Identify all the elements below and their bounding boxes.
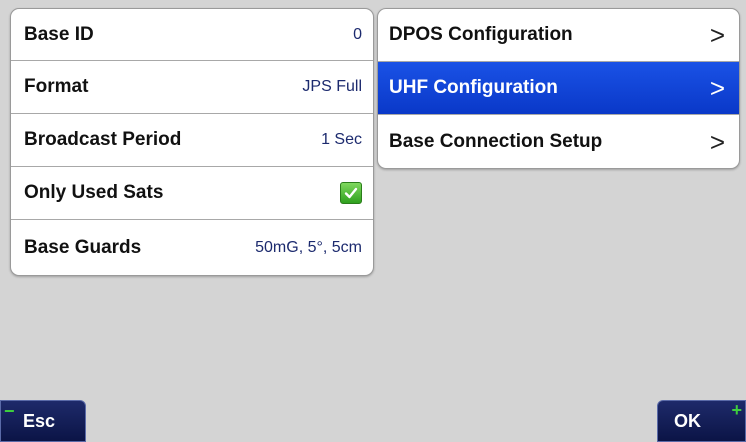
only-used-sats-checkbox[interactable] — [340, 182, 362, 204]
row-base-id[interactable]: Base ID 0 — [11, 9, 373, 61]
ok-button-label: OK — [674, 410, 701, 431]
ok-button[interactable]: OK + — [657, 400, 746, 442]
format-value: JPS Full — [302, 78, 362, 95]
chevron-right-icon: > — [709, 20, 725, 50]
menu-item-label: UHF Configuration — [389, 77, 558, 98]
minus-icon: − — [4, 401, 15, 421]
esc-button[interactable]: − Esc — [0, 400, 86, 442]
base-id-value: 0 — [353, 25, 362, 43]
menu-item-label: DPOS Configuration — [389, 24, 573, 45]
checkmark-icon — [344, 187, 358, 199]
menu-item-label: Base Connection Setup — [389, 130, 603, 152]
plus-icon: + — [731, 400, 742, 420]
settings-list-panel: Base ID 0 Format JPS Full Broadcast Peri… — [10, 8, 374, 276]
chevron-right-icon: > — [709, 73, 725, 103]
menu-item-dpos-configuration[interactable]: DPOS Configuration > — [378, 9, 739, 62]
row-broadcast-period[interactable]: Broadcast Period 1 Sec — [11, 114, 373, 167]
row-base-guards[interactable]: Base Guards 50mG, 5°, 5cm — [11, 220, 373, 275]
row-only-used-sats[interactable]: Only Used Sats — [11, 167, 373, 220]
only-used-sats-label: Only Used Sats — [24, 182, 164, 203]
esc-button-label: Esc — [23, 410, 56, 431]
menu-item-uhf-configuration[interactable]: UHF Configuration > — [378, 62, 739, 115]
menu-item-base-connection-setup[interactable]: Base Connection Setup > — [378, 115, 739, 168]
broadcast-period-value: 1 Sec — [321, 131, 362, 148]
chevron-right-icon: > — [709, 126, 725, 157]
configuration-menu-panel: DPOS Configuration > UHF Configuration >… — [377, 8, 740, 169]
base-id-label: Base ID — [24, 23, 94, 45]
base-guards-value: 50mG, 5°, 5cm — [255, 238, 362, 256]
row-format[interactable]: Format JPS Full — [11, 61, 373, 114]
format-label: Format — [24, 76, 89, 97]
base-guards-label: Base Guards — [24, 236, 142, 258]
broadcast-period-label: Broadcast Period — [24, 129, 182, 150]
